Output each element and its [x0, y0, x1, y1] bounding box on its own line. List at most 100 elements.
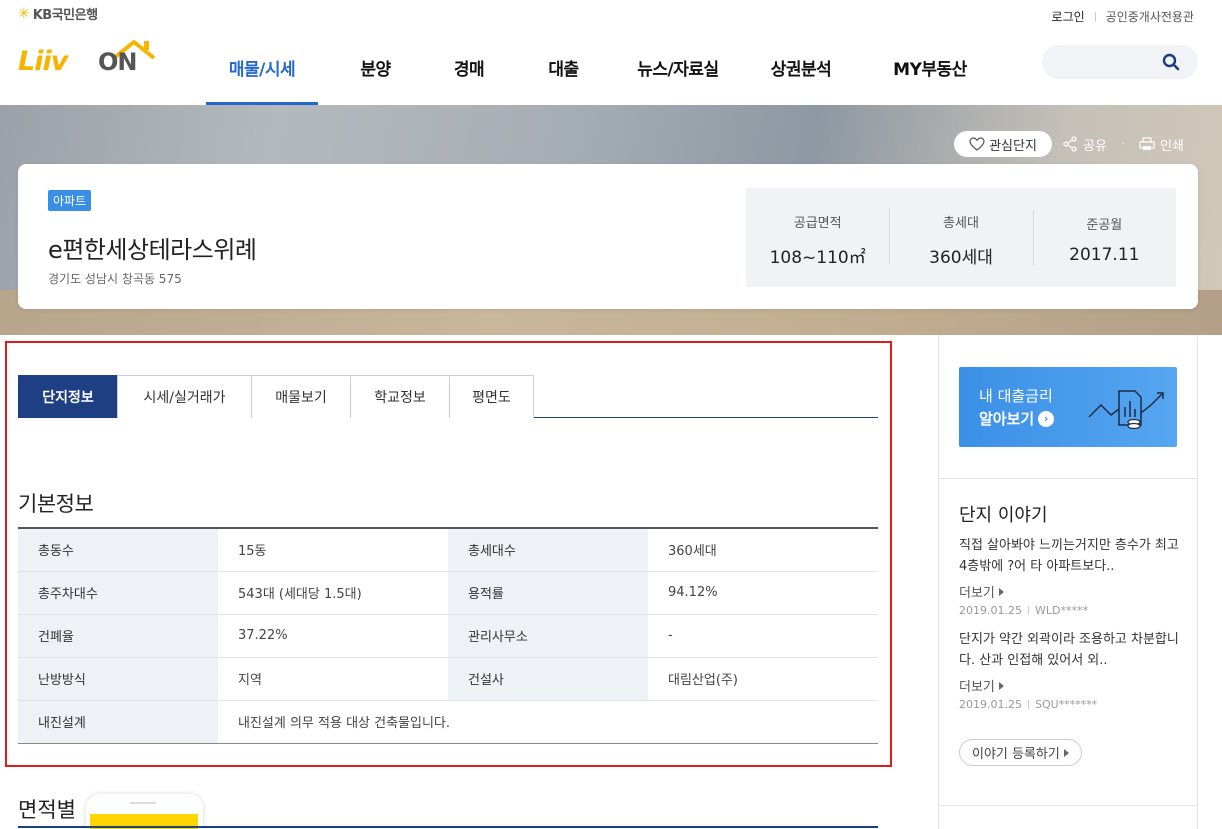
heart-icon [969, 137, 985, 151]
label-seismic-design: 내진설계 [18, 700, 218, 743]
area-section-divider [18, 826, 878, 828]
utility-links: 로그인 공인중개사전용관 [1052, 8, 1194, 25]
stat-total-households: 총세대 360세대 [889, 207, 1032, 268]
loan-rate-banner[interactable]: 내 대출금리 알아보기 › [959, 367, 1177, 447]
nav-item-commercial[interactable]: 상권분석 [734, 30, 868, 105]
story-meta: 2019.01.25 SQU******* [959, 698, 1181, 711]
value-management-office: - [648, 614, 878, 658]
kb-brand-text: KB국민은행 [32, 8, 98, 23]
loan-graph-icon [1088, 390, 1164, 429]
stat-supply-area: 공급면적 108~110㎡ [769, 215, 866, 268]
property-type-badge: 아파트 [48, 190, 92, 211]
value-seismic-design: 내진설계 의무 적용 대상 건축물입니다. [238, 716, 451, 731]
label-floor-area-ratio: 용적률 [448, 571, 648, 615]
login-link[interactable]: 로그인 [1052, 8, 1085, 25]
story-item: 단지가 약간 외곽이라 조용하고 차분합니다. 산과 인접해 있어서 외.. 더… [959, 629, 1181, 711]
main-navigation: 매물/시세 분양 경매 대출 뉴스/자료실 상권분석 MY부동산 [206, 30, 992, 105]
detail-tabs: 단지정보 시세/실거래가 매물보기 학교정보 평면도 [18, 375, 878, 418]
stat-completion-month: 준공월 2017.11 [1032, 210, 1176, 266]
value-builder: 대림산업(주) [648, 657, 878, 701]
label-building-coverage: 건폐율 [18, 614, 218, 658]
search-icon[interactable] [1162, 53, 1180, 71]
tab-complex-info[interactable]: 단지정보 [18, 375, 118, 418]
nav-item-news[interactable]: 뉴스/자료실 [622, 30, 734, 105]
table-row: 총주차대수 543대 (세대당 1.5대) 용적률 94.12% [18, 571, 878, 615]
tab-listings[interactable]: 매물보기 [251, 375, 351, 418]
story-text[interactable]: 단지가 약간 외곽이라 조용하고 차분합니다. 산과 인접해 있어서 외.. [959, 629, 1181, 671]
story-author: SQU******* [1034, 698, 1098, 711]
kb-star-icon: ✳ [18, 5, 30, 22]
hero-actions: 관심단지 공유 · 인쇄 [954, 131, 1184, 157]
nav-item-my-realestate[interactable]: MY부동산 [868, 30, 992, 105]
value-building-count: 15동 [218, 528, 448, 572]
nav-item-loan[interactable]: 대출 [505, 30, 622, 105]
favorite-label: 관심단지 [989, 138, 1037, 154]
basic-info-title: 기본정보 [18, 492, 94, 516]
triangle-right-icon [998, 681, 1004, 690]
kb-bank-logo[interactable]: ✳ KB국민은행 [18, 4, 98, 24]
share-label: 공유 [1083, 138, 1107, 154]
table-row: 건폐율 37.22% 관리사무소 - [18, 614, 878, 658]
complex-info-card: 아파트 e편한세상테라스위례 경기도 성남시 창곡동 575 공급면적 108~… [18, 164, 1198, 309]
story-item: 직접 살아봐야 느끼는거지만 층수가 최고 4층밖에 ?어 타 아파트보다.. … [959, 535, 1181, 617]
search-input[interactable] [1042, 45, 1198, 79]
table-row: 내진설계 내진설계 의무 적용 대상 건축물입니다. [18, 700, 878, 743]
dot-separator: · [1120, 136, 1126, 152]
complex-address: 경기도 성남시 창곡동 575 [48, 272, 182, 286]
loan-banner-line2: 알아보기 › [979, 408, 1055, 429]
loan-banner-line1: 내 대출금리 [979, 387, 1053, 405]
value-heating: 지역 [218, 657, 448, 701]
nav-item-auction[interactable]: 경매 [433, 30, 505, 105]
print-label: 인쇄 [1160, 138, 1184, 154]
value-building-coverage: 37.22% [218, 614, 448, 658]
label-management-office: 관리사무소 [448, 614, 648, 658]
divider [1027, 700, 1029, 709]
label-building-count: 총동수 [18, 528, 218, 572]
triangle-right-icon [998, 587, 1004, 596]
tab-floor-plan[interactable]: 평면도 [449, 375, 534, 418]
story-author: WLD***** [1034, 604, 1088, 617]
liiv-on-logo[interactable]: Liiv ON [18, 38, 156, 80]
right-sidebar: 내 대출금리 알아보기 › 단지 이야기 직접 살아봐야 느끼는거지만 층수가 … [938, 335, 1198, 829]
nav-item-listings[interactable]: 매물/시세 [206, 30, 318, 105]
print-button[interactable]: 인쇄 [1139, 135, 1184, 154]
nav-item-presale[interactable]: 분양 [318, 30, 433, 105]
divider [939, 805, 1197, 806]
tab-price-transactions[interactable]: 시세/실거래가 [117, 375, 252, 418]
value-parking: 543대 (세대당 1.5대) [218, 571, 448, 615]
story-more-link[interactable]: 더보기 [959, 582, 1181, 601]
complex-stats: 공급면적 108~110㎡ 총세대 360세대 준공월 2017.11 [746, 188, 1176, 287]
printer-icon [1139, 137, 1155, 150]
table-row: 총동수 15동 총세대수 360세대 [18, 528, 878, 572]
divider [1027, 606, 1029, 615]
value-floor-area-ratio: 94.12% [648, 571, 878, 615]
table-row: 난방방식 지역 건설사 대림산업(주) [18, 657, 878, 701]
value-total-households: 360세대 [648, 528, 878, 572]
basic-info-table: 총동수 15동 총세대수 360세대 총주차대수 543대 (세대당 1.5대)… [18, 527, 878, 744]
on-wordmark: ON [98, 48, 137, 76]
complex-story-title: 단지 이야기 [959, 505, 1048, 526]
label-heating: 난방방식 [18, 657, 218, 701]
area-section-title: 면적별 [18, 798, 76, 822]
share-button[interactable]: 공유 [1062, 135, 1107, 154]
chevron-right-icon: › [1038, 410, 1055, 427]
label-total-households: 총세대수 [448, 528, 648, 572]
chatbot-widget[interactable] [86, 794, 203, 829]
story-text[interactable]: 직접 살아봐야 느끼는거지만 층수가 최고 4층밖에 ?어 타 아파트보다.. [959, 535, 1181, 577]
label-parking: 총주차대수 [18, 571, 218, 615]
divider [1094, 11, 1096, 22]
complex-name: e편한세상테라스위례 [48, 236, 257, 264]
story-date: 2019.01.25 [959, 698, 1022, 711]
story-meta: 2019.01.25 WLD***** [959, 604, 1181, 617]
label-builder: 건설사 [448, 657, 648, 701]
tab-school-info[interactable]: 학교정보 [350, 375, 450, 418]
divider [939, 478, 1197, 479]
story-date: 2019.01.25 [959, 604, 1022, 617]
story-more-link[interactable]: 더보기 [959, 676, 1181, 695]
agent-portal-link[interactable]: 공인중개사전용관 [1106, 8, 1194, 25]
triangle-right-icon [1063, 748, 1069, 757]
favorite-complex-button[interactable]: 관심단지 [954, 131, 1053, 157]
liiv-wordmark: Liiv [18, 46, 68, 77]
chat-handle [130, 802, 156, 804]
register-story-button[interactable]: 이야기 등록하기 [959, 739, 1082, 766]
